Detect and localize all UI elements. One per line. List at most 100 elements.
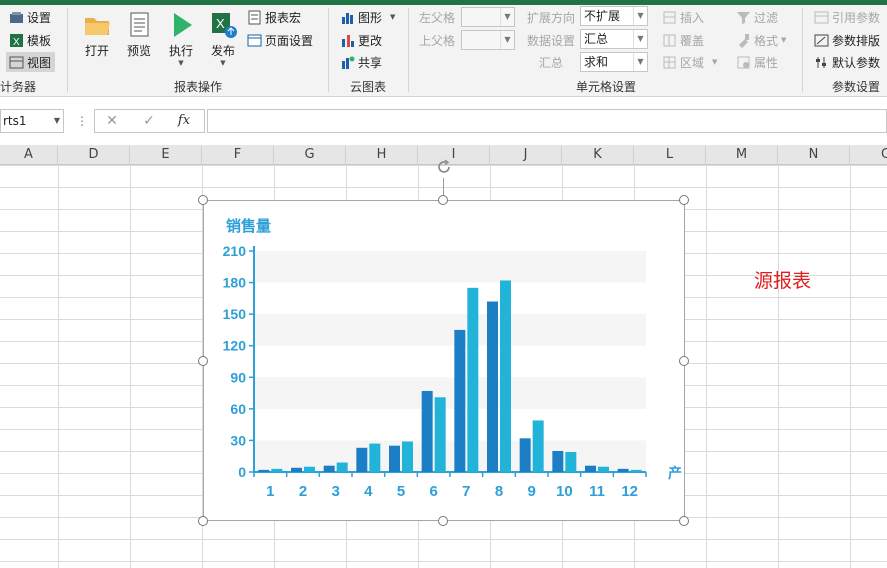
column-header[interactable]: M bbox=[706, 145, 778, 165]
filter-button[interactable]: 过滤 bbox=[736, 7, 778, 27]
x-tick-label: 4 bbox=[364, 483, 373, 500]
param-layout-icon bbox=[814, 33, 829, 48]
summary-select[interactable]: 求和 ▼ bbox=[580, 52, 648, 72]
expand-direction-label: 扩展方向 bbox=[527, 10, 576, 25]
data-setting-label: 数据设置 bbox=[527, 33, 576, 48]
data-setting-select[interactable]: 汇总 ▼ bbox=[580, 29, 648, 49]
cancel-icon[interactable]: ✕ bbox=[100, 111, 124, 131]
resize-handle[interactable] bbox=[679, 195, 689, 205]
template-button[interactable]: X 模板 bbox=[9, 30, 51, 50]
macro-icon bbox=[247, 10, 262, 25]
resize-handle[interactable] bbox=[679, 356, 689, 366]
x-tick-label: 5 bbox=[397, 483, 405, 500]
execute-button[interactable]: 执行 ▼ bbox=[161, 10, 201, 67]
chart-bar bbox=[421, 390, 433, 472]
param-layout-button[interactable]: 参数排版 bbox=[814, 30, 880, 50]
chart-bar bbox=[336, 462, 348, 472]
preview-button[interactable]: 预览 bbox=[119, 10, 159, 59]
cell-settings-group-label: 单元格设置 bbox=[576, 80, 637, 94]
publish-button[interactable]: X 发布 ▼ bbox=[203, 10, 243, 67]
view-button[interactable]: 视图 bbox=[6, 52, 56, 72]
chevron-down-icon: ▼ bbox=[633, 30, 647, 48]
settings-icon bbox=[9, 10, 24, 25]
default-param-button[interactable]: 默认参数 bbox=[814, 52, 880, 72]
chart-bar bbox=[304, 466, 315, 472]
grid-line bbox=[130, 165, 131, 568]
column-header[interactable]: I bbox=[418, 145, 490, 165]
column-header[interactable]: H bbox=[346, 145, 418, 165]
param-settings-group-label: 参数设置 bbox=[832, 80, 881, 94]
column-header[interactable]: C bbox=[850, 145, 887, 165]
open-button[interactable]: 打开 bbox=[77, 10, 117, 59]
chart-button[interactable]: 图形 ▼ bbox=[340, 7, 395, 27]
y-tick-label: 30 bbox=[230, 432, 246, 448]
column-header[interactable]: E bbox=[130, 145, 202, 165]
excel-template-icon: X bbox=[9, 33, 24, 48]
summary-label: 汇总 bbox=[539, 55, 564, 70]
resize-handle[interactable] bbox=[679, 516, 689, 526]
chart-bar bbox=[389, 445, 400, 472]
chart-container[interactable]: 销售量 0 30 60 90 120 150 180 210 1 2 3 4 5 6 7 8 9 10 11 12 产 bbox=[203, 200, 685, 521]
area-grid-icon bbox=[662, 55, 677, 70]
view-icon bbox=[9, 55, 24, 70]
settings-button[interactable]: 设置 bbox=[9, 7, 51, 27]
resize-handle[interactable] bbox=[198, 195, 208, 205]
share-button[interactable]: 共享 bbox=[340, 52, 382, 72]
resize-handle[interactable] bbox=[198, 356, 208, 366]
expand-direction-select[interactable]: 不扩展 ▼ bbox=[580, 6, 648, 26]
chevron-down-icon: ▼ bbox=[712, 58, 718, 66]
excel-publish-icon: X bbox=[208, 10, 238, 40]
y-tick-label: 210 bbox=[223, 243, 247, 259]
insert-button[interactable]: 插入 bbox=[662, 7, 704, 27]
resize-handle[interactable] bbox=[438, 516, 448, 526]
resize-handle[interactable] bbox=[438, 195, 448, 205]
x-tick-label: 12 bbox=[621, 483, 638, 500]
chevron-down-icon: ▼ bbox=[53, 116, 60, 125]
column-header[interactable]: L bbox=[634, 145, 706, 165]
column-header[interactable]: N bbox=[778, 145, 850, 165]
chart-icon bbox=[340, 10, 355, 25]
chart-bar bbox=[323, 465, 335, 472]
column-header[interactable]: K bbox=[562, 145, 634, 165]
chart-bar bbox=[369, 443, 381, 472]
column-header[interactable]: A bbox=[0, 145, 58, 165]
more-options-icon[interactable]: ⋮ bbox=[70, 111, 94, 131]
column-header[interactable]: F bbox=[202, 145, 274, 165]
report-macro-button[interactable]: 报表宏 bbox=[247, 7, 301, 27]
page-setup-button[interactable]: 页面设置 bbox=[247, 30, 313, 50]
x-tick-label: 11 bbox=[589, 483, 605, 500]
top-parent-label: 上父格 bbox=[419, 33, 456, 48]
x-tick-label: 3 bbox=[331, 483, 339, 500]
change-chart-button[interactable]: 更改 bbox=[340, 30, 382, 50]
chart-bar bbox=[402, 441, 413, 472]
y-tick-label: 90 bbox=[230, 369, 246, 385]
column-header[interactable]: G bbox=[274, 145, 346, 165]
column-header[interactable]: J bbox=[490, 145, 562, 165]
format-button[interactable]: 格式 ▼ bbox=[736, 30, 786, 50]
chart-bar bbox=[356, 447, 368, 472]
name-box[interactable]: rts1 ▼ bbox=[0, 109, 64, 133]
formula-input[interactable] bbox=[207, 109, 887, 133]
left-parent-select[interactable]: ▼ bbox=[461, 7, 515, 27]
cover-button[interactable]: 覆盖 bbox=[662, 30, 704, 50]
top-parent-select[interactable]: ▼ bbox=[461, 30, 515, 50]
confirm-icon[interactable]: ✓ bbox=[137, 111, 161, 131]
reference-param-button[interactable]: 引用参数 bbox=[814, 7, 880, 27]
chart-bar bbox=[598, 466, 609, 472]
resize-handle[interactable] bbox=[198, 516, 208, 526]
chart-bar bbox=[532, 420, 544, 472]
change-chart-icon bbox=[340, 33, 355, 48]
column-header[interactable]: D bbox=[58, 145, 130, 165]
x-tick-label: 8 bbox=[495, 483, 503, 500]
rotate-icon[interactable] bbox=[435, 158, 453, 176]
property-button[interactable]: 属性 bbox=[736, 52, 778, 72]
area-button[interactable]: 区域 ▼ bbox=[662, 52, 717, 72]
cloud-chart-group-label: 云图表 bbox=[350, 80, 387, 94]
x-tick-label: 10 bbox=[556, 483, 573, 500]
chevron-down-icon: ▼ bbox=[633, 53, 647, 71]
function-icon[interactable]: fx bbox=[172, 111, 196, 131]
formula-bar: rts1 ▼ ⋮ ✕ ✓ fx bbox=[0, 107, 887, 135]
folder-open-icon bbox=[82, 10, 112, 40]
chart-bar bbox=[487, 301, 498, 472]
x-tick-label: 6 bbox=[429, 483, 437, 500]
